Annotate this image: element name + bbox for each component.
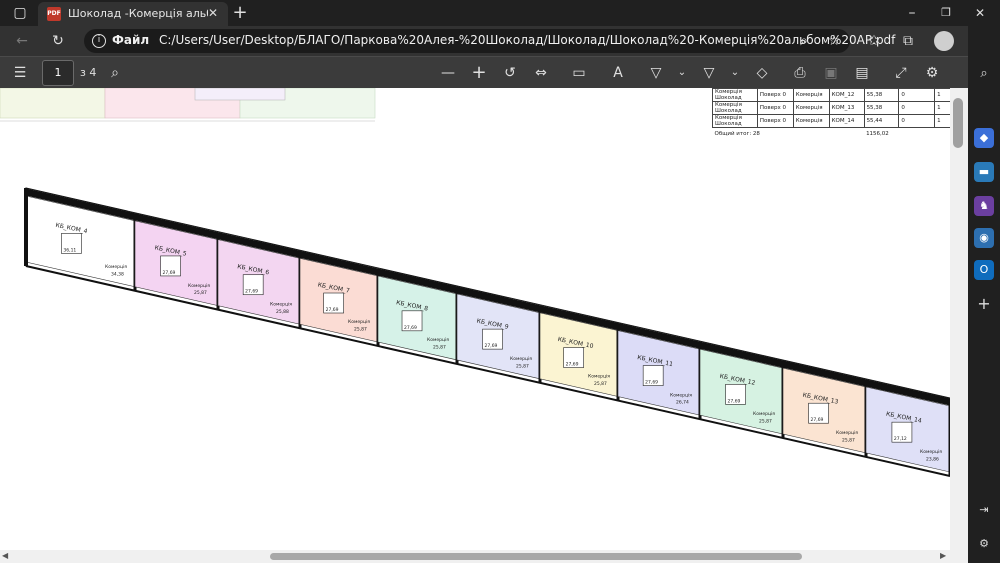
scroll-left-icon[interactable]: ◀ <box>2 551 8 560</box>
unit-label: Комерція <box>836 430 858 436</box>
info-icon[interactable]: i <box>92 34 106 48</box>
pdf-toolbar: ☰ 1 з 4 ⌕ — + ↺ ⇔ ▭ A ▽ ⌄ ▽ ⌄ ◇ ⎙ ▣ ▤ ⤢ … <box>0 56 968 88</box>
unit-label: Комерція <box>670 392 692 398</box>
fit-icon[interactable]: ⇔ <box>529 57 553 89</box>
unit-label-area: 25,87 <box>594 381 607 387</box>
add-icon[interactable]: + <box>974 294 994 314</box>
eraser-icon[interactable]: ◇ <box>750 57 774 89</box>
star-add-icon[interactable]: ☆ <box>822 28 846 54</box>
unit-area: 27,69 <box>566 362 579 368</box>
unit-area: 27,69 <box>404 325 417 331</box>
unit-area: 27,69 <box>326 307 339 313</box>
unit-area: 27,69 <box>485 343 498 349</box>
tab-title: Шоколад -Комерція альбом АР <box>68 7 208 20</box>
tab-close-icon[interactable]: ✕ <box>208 6 218 20</box>
contents-icon[interactable]: ☰ <box>8 57 32 89</box>
print-icon[interactable]: ⎙ <box>788 57 812 89</box>
settings-icon[interactable]: ⚙ <box>974 534 994 554</box>
fullscreen-icon[interactable]: ⤢ <box>889 57 913 89</box>
unit-label: Комерція <box>753 411 775 417</box>
profile-icon[interactable] <box>934 31 954 51</box>
page-number-input[interactable]: 1 <box>42 60 74 86</box>
settings-icon[interactable]: ⚙ <box>920 57 944 89</box>
page-count: з 4 <box>80 66 97 79</box>
page-view-icon[interactable]: ▭ <box>567 57 591 89</box>
microsoft-365-icon[interactable]: ◉ <box>974 228 994 248</box>
title-bar: ▢ PDF Шоколад -Комерція альбом АР ✕ + – … <box>0 0 1000 26</box>
highlight-icon[interactable]: ▽ <box>697 57 721 89</box>
outlook-icon[interactable]: O <box>974 260 994 280</box>
tools-icon[interactable]: ▬ <box>974 162 994 182</box>
zoom-icon[interactable]: ⌕ <box>792 28 816 54</box>
search-icon[interactable]: ⌕ <box>974 64 994 84</box>
pdf-file-icon: PDF <box>47 7 61 21</box>
unit-label: Комерція <box>188 283 210 289</box>
horizontal-scrollbar[interactable]: ◀ ▶ <box>0 550 968 563</box>
zoom-out-icon[interactable]: — <box>436 57 460 89</box>
unit-label: Комерція <box>510 356 532 362</box>
minimize-icon[interactable]: – <box>900 0 924 26</box>
favorites-icon[interactable]: ✩ <box>862 28 886 54</box>
hide-sidebar-icon[interactable]: ⇥ <box>974 500 994 520</box>
unit-label-area: 25,87 <box>354 327 367 333</box>
edge-sidebar: ⌕ ◆ ▬ ♞ ◉ O + ⇥ ⚙ <box>968 56 1000 563</box>
draw-options-icon[interactable]: ⌄ <box>670 57 694 89</box>
unit-area: 27,12 <box>894 436 907 442</box>
window-close-icon[interactable]: ✕ <box>968 0 992 26</box>
search-icon[interactable]: ⌕ <box>103 57 127 89</box>
maximize-icon[interactable]: ❐ <box>934 0 958 26</box>
back-icon[interactable]: ← <box>10 28 34 54</box>
zoom-in-icon[interactable]: + <box>467 57 491 89</box>
refresh-icon[interactable]: ↻ <box>46 28 70 54</box>
unit-label-area: 25,87 <box>433 345 446 351</box>
address-bar: ← ↻ i Файл C:/Users/User/Desktop/БЛАГО/П… <box>0 26 968 56</box>
unit-label-area: 34,38 <box>111 271 124 277</box>
unit-label: Комерція <box>348 319 370 325</box>
rotate-icon[interactable]: ↺ <box>498 57 522 89</box>
unit-label: Комерція <box>105 264 127 270</box>
highlight-options-icon[interactable]: ⌄ <box>723 57 747 89</box>
unit-label-area: 25,87 <box>759 419 772 425</box>
vertical-scroll-thumb[interactable] <box>953 98 963 148</box>
tab-actions-icon[interactable]: ▢ <box>8 0 32 26</box>
unit-label-area: 25,87 <box>842 437 855 443</box>
unit-label-area: 23,86 <box>926 457 939 463</box>
unit-label: Комерція <box>920 449 942 455</box>
unit-area: 27,69 <box>163 270 176 276</box>
new-tab-icon[interactable]: + <box>228 0 252 26</box>
collections-icon[interactable]: ⧉ <box>896 28 920 54</box>
unit-label: Комерція <box>588 374 610 380</box>
scroll-right-icon[interactable]: ▶ <box>940 551 946 560</box>
unit-label: Комерція <box>270 301 292 307</box>
unit-area: 27,69 <box>245 289 258 295</box>
browser-tab[interactable]: PDF Шоколад -Комерція альбом АР ✕ <box>38 2 228 26</box>
unit-area: 27,69 <box>811 417 824 423</box>
unit-label: Комерція <box>427 337 449 343</box>
unit-label-area: 25,87 <box>194 290 207 296</box>
games-icon[interactable]: ♞ <box>974 196 994 216</box>
pdf-viewer[interactable]: Комерція Шоколад Поверх 0 Комерція КОМ_1… <box>0 88 950 550</box>
unit-label-area: 25,88 <box>276 309 289 315</box>
shopping-icon[interactable]: ◆ <box>974 128 994 148</box>
url-text: C:/Users/User/Desktop/БЛАГО/Паркова%20Ал… <box>159 33 896 47</box>
vertical-scrollbar[interactable] <box>950 88 968 550</box>
url-field[interactable]: i Файл C:/Users/User/Desktop/БЛАГО/Парко… <box>84 29 895 53</box>
horizontal-scroll-thumb[interactable] <box>270 553 802 560</box>
save-icon[interactable]: ▣ <box>819 57 843 89</box>
draw-icon[interactable]: ▽ <box>644 57 668 89</box>
read-aloud-icon[interactable]: A <box>606 57 630 89</box>
unit-area: 36,11 <box>63 247 76 253</box>
floor-plan: КБ_КОМ_436,11Комерція34,38КБ_КОМ_527,69К… <box>24 187 950 477</box>
save-as-icon[interactable]: ▤ <box>850 57 874 89</box>
unit-area: 27,69 <box>645 380 658 386</box>
unit-label-area: 26,74 <box>676 400 689 406</box>
unit-area: 27,69 <box>728 398 741 404</box>
url-scheme-label: Файл <box>112 33 150 47</box>
unit-label-area: 25,87 <box>516 363 529 369</box>
